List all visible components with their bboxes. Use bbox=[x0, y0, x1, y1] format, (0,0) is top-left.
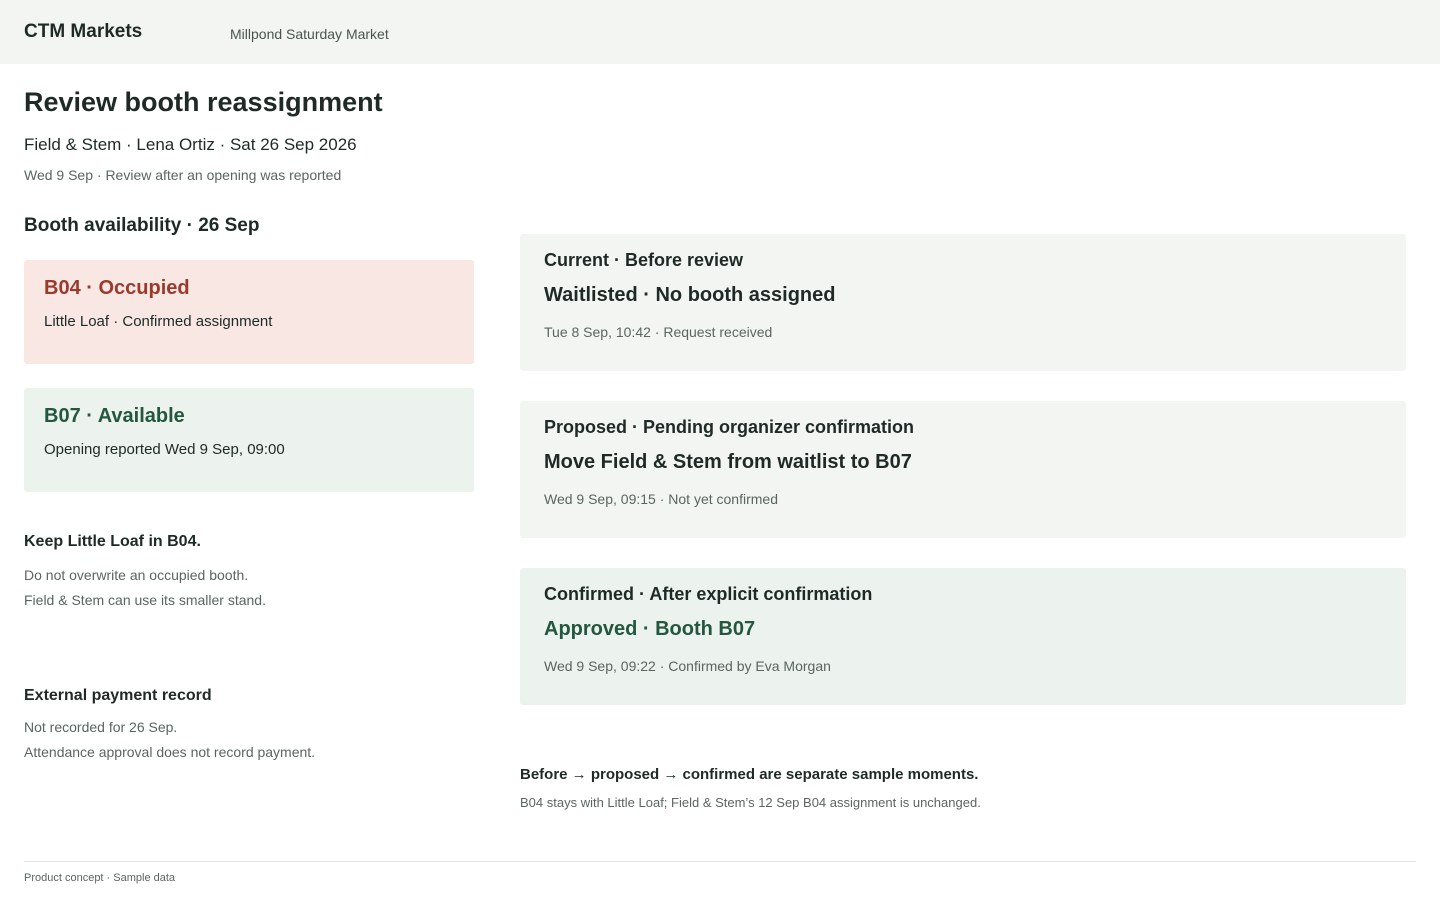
note-line: Field & Stem can use its smaller stand. bbox=[24, 592, 266, 608]
state-meta: Tue 8 Sep, 10:42 · Request received bbox=[544, 324, 773, 340]
sample-note-detail: B04 stays with Little Loaf; Field & Stem… bbox=[520, 795, 981, 810]
state-meta: Wed 9 Sep, 09:22 · Confirmed by Eva Morg… bbox=[544, 658, 831, 674]
state-value: Waitlisted · No booth assigned bbox=[544, 284, 836, 306]
footer-text: Product concept · Sample data bbox=[24, 872, 176, 884]
note-body: Not recorded for 26 Sep. Attendance appr… bbox=[24, 715, 315, 765]
note-line: Not recorded for 26 Sep. bbox=[24, 719, 178, 735]
note-line: Attendance approval does not record paym… bbox=[24, 744, 316, 760]
keep-assignment-note: Keep Little Loaf in B04. Do not overwrit… bbox=[24, 533, 266, 613]
state-card-confirmed: Confirmed · After explicit confirmation … bbox=[520, 568, 1406, 705]
top-bar: CTM Markets Millpond Saturday Market bbox=[0, 0, 1440, 64]
state-label: Current · Before review bbox=[544, 250, 744, 270]
market-name: Millpond Saturday Market bbox=[230, 26, 389, 42]
page-title: Review booth reassignment bbox=[24, 87, 383, 117]
note-title: External payment record bbox=[24, 687, 212, 704]
state-card-current: Current · Before review Waitlisted · No … bbox=[520, 234, 1406, 371]
state-value: Approved · Booth B07 bbox=[544, 618, 756, 640]
footer-divider bbox=[24, 861, 1416, 862]
note-title: Keep Little Loaf in B04. bbox=[24, 533, 201, 550]
availability-heading: Booth availability · 26 Sep bbox=[24, 215, 260, 236]
state-meta: Wed 9 Sep, 09:15 · Not yet confirmed bbox=[544, 491, 778, 507]
note-line: Do not overwrite an occupied booth. bbox=[24, 567, 249, 583]
booth-status-detail: Little Loaf · Confirmed assignment bbox=[44, 313, 273, 330]
booth-status-detail: Opening reported Wed 9 Sep, 09:00 bbox=[44, 441, 285, 458]
review-subject: Field & Stem · Lena Ortiz · Sat 26 Sep 2… bbox=[24, 135, 357, 154]
sample-moments-note: Before → proposed → confirmed are separa… bbox=[520, 766, 981, 810]
brand-logo[interactable]: CTM Markets bbox=[24, 21, 142, 43]
sample-note-title: Before → proposed → confirmed are separa… bbox=[520, 766, 979, 783]
state-label: Proposed · Pending organizer confirmatio… bbox=[544, 417, 915, 437]
note-body: Do not overwrite an occupied booth. Fiel… bbox=[24, 563, 266, 613]
booth-status-title: B07 · Available bbox=[44, 405, 185, 427]
state-card-proposed: Proposed · Pending organizer confirmatio… bbox=[520, 401, 1406, 538]
payment-record-note: External payment record Not recorded for… bbox=[24, 687, 315, 765]
booth-card-b07: B07 · Available Opening reported Wed 9 S… bbox=[24, 388, 474, 492]
state-label: Confirmed · After explicit confirmation bbox=[544, 584, 873, 604]
review-context: Wed 9 Sep · Review after an opening was … bbox=[24, 167, 342, 183]
booth-status-title: B04 · Occupied bbox=[44, 277, 190, 299]
state-value: Move Field & Stem from waitlist to B07 bbox=[544, 451, 912, 473]
booth-card-b04: B04 · Occupied Little Loaf · Confirmed a… bbox=[24, 260, 474, 364]
